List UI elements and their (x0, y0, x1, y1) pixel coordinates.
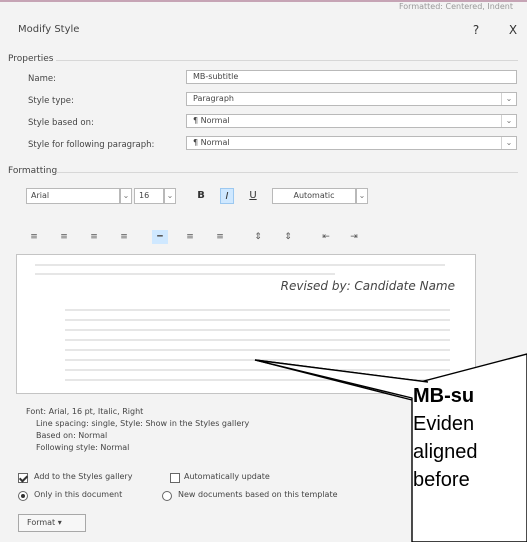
formatting-divider (56, 172, 518, 173)
callout-text: MB-su Eviden aligned before (413, 382, 527, 542)
automatically-update-label: Automatically update (184, 472, 270, 481)
preview-sample-text: Revised by: Candidate Name (280, 279, 455, 293)
italic-button[interactable]: I (220, 188, 234, 204)
automatically-update-checkbox[interactable] (170, 473, 180, 483)
callout-line-2: aligned (413, 441, 478, 463)
style-preview-pane: Revised by: Candidate Name (16, 254, 476, 394)
modify-style-dialog: Formatted: Centered, Indent Modify Style… (0, 0, 527, 542)
callout-line-3: before (413, 469, 470, 491)
preview-placeholder-line (65, 349, 450, 351)
only-this-document-radio[interactable] (18, 491, 28, 501)
font-name-select[interactable]: Arial (26, 188, 120, 204)
chevron-down-icon: ⌄ (501, 115, 516, 127)
description-line-4: Following style: Normal (36, 443, 130, 452)
align-center-icon[interactable]: ≡ (56, 230, 72, 244)
double-spacing-icon[interactable]: ≡ (212, 230, 228, 244)
description-line-3: Based on: Normal (36, 431, 108, 440)
increase-indent-icon[interactable]: ⇥ (346, 230, 362, 244)
callout-line-1: Eviden (413, 413, 475, 435)
align-right-icon[interactable]: ≡ (86, 230, 102, 244)
style-based-on-value: ¶ Normal (193, 116, 230, 125)
chevron-down-icon: ⌄ (501, 137, 516, 149)
chevron-down-icon: ⌄ (501, 93, 516, 105)
header-clip-text: Formatted: Centered, Indent (398, 2, 513, 11)
single-spacing-icon[interactable]: ━ (152, 230, 168, 244)
space-after-icon[interactable]: ⇕ (280, 230, 296, 244)
space-before-icon[interactable]: ⇕ (250, 230, 266, 244)
justify-icon[interactable]: ≡ (116, 230, 132, 244)
preview-placeholder-line (65, 339, 450, 341)
callout-title: MB-su (413, 385, 475, 407)
new-documents-label: New documents based on this template (178, 490, 338, 499)
style-type-value: Paragraph (193, 94, 234, 103)
preview-placeholder-line (65, 369, 450, 371)
preview-placeholder-line (65, 319, 450, 321)
description-line-2: Line spacing: single, Style: Show in the… (36, 419, 250, 428)
name-field[interactable]: MB-subtitle (186, 70, 517, 84)
description-line-1: Font: Arial, 16 pt, Italic, Right (26, 407, 144, 416)
close-button[interactable]: X (503, 20, 523, 40)
properties-section-title: Properties (8, 54, 54, 64)
style-based-on-select[interactable]: ¶ Normal ⌄ (186, 114, 517, 128)
name-label: Name: (28, 74, 56, 84)
add-to-styles-gallery-checkbox[interactable] (18, 473, 28, 483)
following-style-value: ¶ Normal (193, 138, 230, 147)
style-description: Font: Arial, 16 pt, Italic, Right Line s… (26, 406, 446, 454)
font-name-dropdown-icon[interactable]: ⌄ (120, 188, 132, 204)
help-button[interactable]: ? (466, 20, 486, 40)
format-button[interactable]: Format ▾ (18, 514, 86, 532)
font-size-dropdown-icon[interactable]: ⌄ (164, 188, 176, 204)
preview-placeholder-line (35, 264, 445, 266)
preview-placeholder-line (65, 359, 450, 361)
preview-placeholder-line (35, 273, 335, 275)
style-type-label: Style type: (28, 96, 74, 106)
style-type-select[interactable]: Paragraph ⌄ (186, 92, 517, 106)
underline-button[interactable]: U (246, 188, 260, 204)
formatting-section-title: Formatting (8, 166, 58, 176)
font-color-dropdown-icon[interactable]: ⌄ (356, 188, 368, 204)
line-spacing-icon[interactable]: ≡ (182, 230, 198, 244)
bold-button[interactable]: B (194, 188, 208, 204)
following-style-select[interactable]: ¶ Normal ⌄ (186, 136, 517, 150)
properties-divider (56, 60, 518, 61)
add-to-styles-gallery-label: Add to the Styles gallery (34, 472, 133, 481)
font-color-select[interactable]: Automatic (272, 188, 356, 204)
font-size-select[interactable]: 16 (134, 188, 164, 204)
style-based-on-label: Style based on: (28, 118, 94, 128)
new-documents-radio[interactable] (162, 491, 172, 501)
preview-placeholder-line (65, 309, 450, 311)
only-this-document-label: Only in this document (34, 490, 123, 499)
dialog-title: Modify Style (18, 24, 80, 35)
preview-placeholder-line (65, 379, 450, 381)
decrease-indent-icon[interactable]: ⇤ (318, 230, 334, 244)
following-style-label: Style for following paragraph: (28, 140, 155, 150)
preview-placeholder-line (65, 329, 450, 331)
align-left-icon[interactable]: ≡ (26, 230, 42, 244)
